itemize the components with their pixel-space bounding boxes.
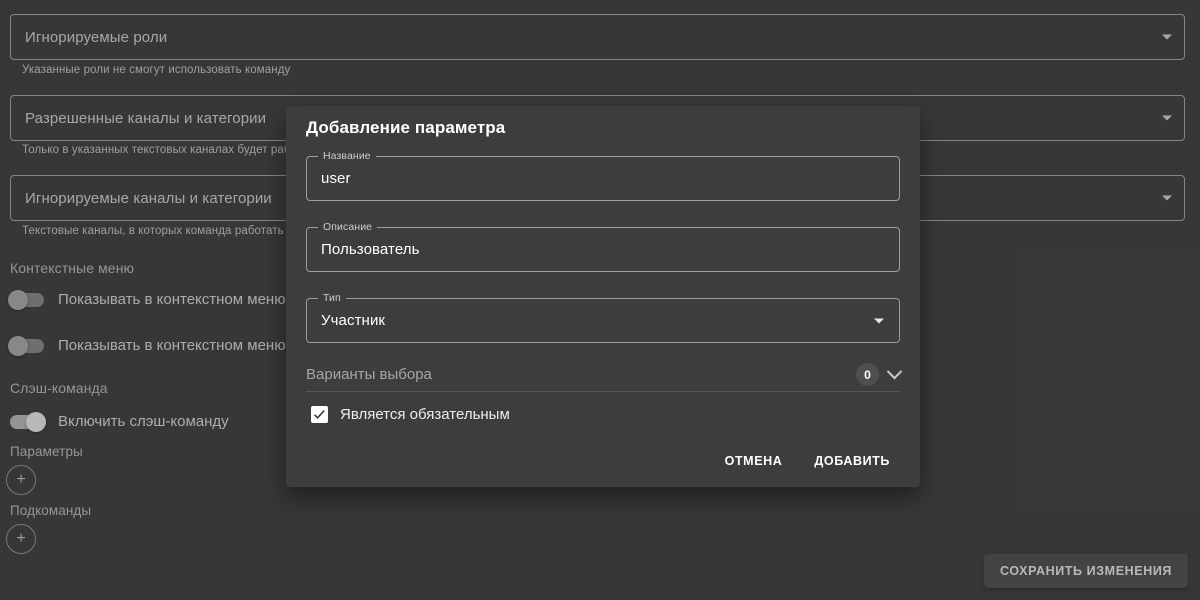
parameter-description-legend: Описание [318, 221, 378, 233]
required-checkbox[interactable] [311, 406, 328, 423]
app-root: Игнорируемые роли Указанные роли не смог… [0, 0, 1200, 600]
add-parameter-dialog: Добавление параметра Название user Описа… [286, 106, 920, 487]
parameter-type-select[interactable]: Тип Участник [306, 292, 900, 343]
choices-accordion[interactable]: Варианты выбора 0 [306, 358, 903, 392]
parameter-name-legend: Название [318, 150, 376, 162]
choices-count-badge: 0 [856, 363, 879, 386]
parameter-type-value: Участник [321, 312, 386, 329]
required-label: Является обязательным [340, 406, 510, 423]
chevron-down-icon[interactable] [886, 363, 903, 380]
dialog-actions: ОТМЕНА ДОБАВИТЬ [714, 445, 901, 477]
cancel-button[interactable]: ОТМЕНА [714, 445, 794, 477]
dialog-title: Добавление параметра [306, 118, 506, 137]
parameter-type-legend: Тип [318, 292, 346, 304]
chevron-down-icon [874, 318, 884, 323]
add-button[interactable]: ДОБАВИТЬ [803, 445, 901, 477]
parameter-description-value: Пользователь [321, 241, 420, 258]
check-icon [313, 410, 325, 419]
required-checkbox-row[interactable]: Является обязательным [311, 406, 510, 423]
parameter-name-input[interactable]: Название user [306, 150, 900, 201]
parameter-name-value: user [321, 170, 351, 187]
parameter-description-input[interactable]: Описание Пользователь [306, 221, 900, 272]
choices-label: Варианты выбора [306, 366, 432, 383]
